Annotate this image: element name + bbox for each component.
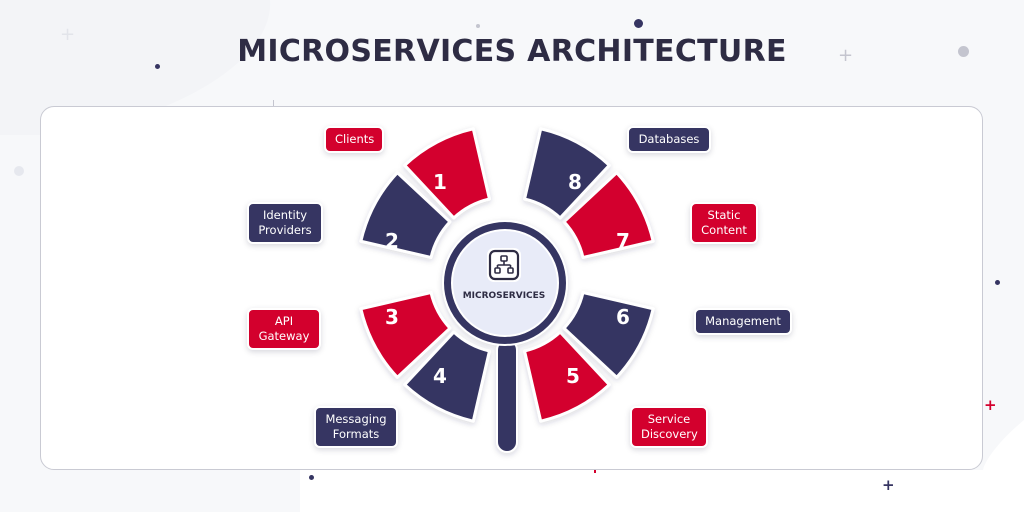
label-identity-providers: Identity Providers — [247, 202, 323, 244]
label-text: Clients — [335, 132, 375, 146]
segment-number-6: 6 — [616, 305, 630, 329]
label-text: Formats — [332, 427, 380, 441]
label-messaging-formats: Messaging Formats — [314, 406, 398, 448]
label-databases: Databases — [627, 126, 711, 153]
center-label: MICROSERVICES — [462, 291, 546, 301]
hierarchy-icon — [487, 248, 521, 282]
label-text: Management — [705, 314, 781, 328]
label-clients: Clients — [324, 126, 384, 153]
label-text: Static — [707, 208, 741, 222]
label-api-gateway: API Gateway — [247, 308, 321, 350]
label-text: Gateway — [258, 329, 310, 343]
segment-number-1: 1 — [433, 170, 447, 194]
segment-number-2: 2 — [385, 229, 399, 253]
label-text: API — [274, 314, 294, 328]
label-text: Discovery — [641, 427, 698, 441]
segment-number-4: 4 — [433, 364, 447, 388]
diagram — [359, 127, 655, 453]
magnifier-handle — [496, 339, 518, 453]
segment-number-5: 5 — [566, 364, 580, 388]
segment-number-8: 8 — [568, 170, 582, 194]
segment-number-7: 7 — [616, 229, 630, 253]
magnifier-lens — [451, 229, 559, 337]
label-text: Messaging — [325, 412, 387, 426]
label-management: Management — [694, 308, 792, 335]
segment-number-3: 3 — [385, 305, 399, 329]
label-text: Identity — [262, 208, 308, 222]
label-text: Content — [701, 223, 747, 237]
label-service-discovery: Service Discovery — [630, 406, 708, 448]
label-static-content: Static Content — [690, 202, 758, 244]
label-text: Databases — [638, 132, 700, 146]
label-text: Providers — [258, 223, 312, 237]
label-text: Service — [647, 412, 691, 426]
